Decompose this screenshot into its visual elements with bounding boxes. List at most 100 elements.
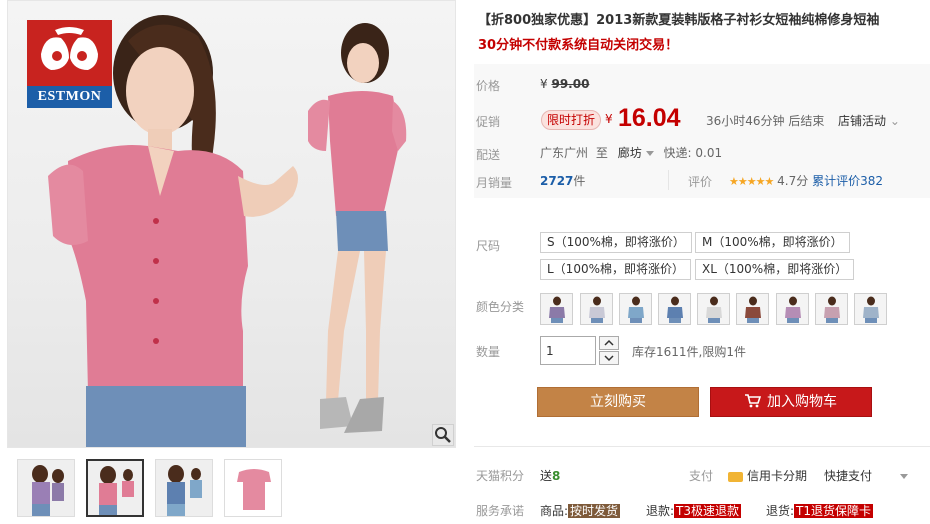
credit-installment-label: 信用卡分期 bbox=[747, 469, 808, 483]
product-info: 【折800独家优惠】2013新款夏装韩版格子衬衫女短袖纯棉修身短袖 30分钟不付… bbox=[474, 0, 930, 524]
brand-logo-text: ESTMON bbox=[27, 86, 112, 108]
service-tag: 按时发货 bbox=[568, 504, 621, 518]
color-option-thumbnail bbox=[737, 294, 768, 324]
sales-unit: 件 bbox=[573, 174, 586, 188]
service-item-return[interactable]: 退货: T1退货保障卡 bbox=[766, 502, 874, 519]
rating-score: 4.7分 bbox=[777, 174, 809, 188]
color-option-2[interactable] bbox=[580, 293, 613, 325]
color-option-5[interactable] bbox=[697, 293, 730, 325]
star-rating-icon: ★★★★★ bbox=[729, 175, 774, 188]
color-option-thumbnail bbox=[816, 294, 847, 324]
color-option-thumbnail bbox=[581, 294, 612, 324]
stock-info: 库存1611件,限购1件 bbox=[632, 345, 746, 359]
size-option-l[interactable]: L（100%棉，即将涨价） bbox=[540, 259, 691, 280]
magnifier-icon bbox=[435, 427, 451, 443]
service-label: 服务承诺 bbox=[476, 504, 525, 518]
service-prefix: 退货: bbox=[766, 504, 795, 518]
rating-label: 评价 bbox=[688, 175, 713, 189]
quantity-decrease-button[interactable] bbox=[599, 351, 619, 365]
price-label: 价格 bbox=[476, 79, 501, 93]
service-item-refund[interactable]: 退款: T3极速退款 bbox=[646, 502, 742, 519]
points-prefix: 送 bbox=[540, 469, 553, 483]
main-product-image[interactable]: ESTMON bbox=[7, 0, 456, 448]
express-fee: 快递: 0.01 bbox=[663, 146, 723, 160]
thumbnail-3[interactable] bbox=[155, 459, 213, 517]
add-to-cart-button[interactable]: 加入购物车 bbox=[710, 387, 872, 417]
promo-countdown: 36小时46分钟 后结束 bbox=[706, 114, 825, 128]
color-option-thumbnail bbox=[659, 294, 690, 324]
thumbnail-4[interactable] bbox=[224, 459, 282, 517]
thumbnail-image bbox=[88, 461, 142, 515]
size-option-m[interactable]: M（100%棉，即将涨价） bbox=[695, 232, 850, 253]
section-divider bbox=[474, 446, 930, 447]
payment-label: 支付 bbox=[689, 469, 714, 483]
original-price: ¥ 99.00 bbox=[540, 77, 589, 91]
color-option-thumbnail bbox=[698, 294, 729, 324]
service-prefix: 商品: bbox=[540, 504, 569, 518]
rating-summary: ★★★★★ 4.7分 累计评价382 bbox=[729, 172, 883, 189]
service-item-shipping[interactable]: 商品: 按时发货 bbox=[540, 502, 621, 519]
promo-price: 16.04 bbox=[618, 104, 681, 132]
promo-label: 促销 bbox=[476, 115, 501, 129]
shipping-label: 配送 bbox=[476, 148, 501, 162]
credit-installment[interactable]: 信用卡分期 bbox=[728, 467, 807, 484]
store-activity-label: 店铺活动 bbox=[838, 114, 887, 128]
color-option-thumbnail bbox=[855, 294, 886, 324]
thumbnail-image bbox=[18, 460, 74, 516]
color-option-thumbnail bbox=[620, 294, 651, 324]
service-tag: T3极速退款 bbox=[674, 504, 742, 518]
points-info: 送8 bbox=[540, 467, 560, 484]
shipping-info: 广东广州 至 廊坊 快递: 0.01 bbox=[540, 144, 722, 161]
points-label: 天猫积分 bbox=[476, 469, 525, 483]
thumbnail-2[interactable] bbox=[86, 459, 144, 517]
ship-from: 广东广州 bbox=[540, 146, 589, 160]
sales-count: 2727 bbox=[540, 174, 574, 188]
express-pay-label: 快捷支付 bbox=[824, 469, 873, 483]
color-option-thumbnail bbox=[777, 294, 808, 324]
color-option-9[interactable] bbox=[854, 293, 887, 325]
thumbnail-image bbox=[225, 460, 281, 516]
color-option-7[interactable] bbox=[776, 293, 809, 325]
credit-card-icon bbox=[728, 471, 743, 482]
chevron-down-icon: ⌄ bbox=[886, 114, 900, 128]
chevron-down-icon bbox=[900, 474, 909, 479]
cart-icon bbox=[745, 394, 762, 408]
ship-to-label: 至 bbox=[595, 146, 608, 160]
zoom-button[interactable] bbox=[432, 424, 454, 446]
store-activity-dropdown[interactable]: 店铺活动 ⌄ bbox=[838, 112, 900, 129]
color-option-4[interactable] bbox=[658, 293, 691, 325]
service-prefix: 退款: bbox=[646, 504, 675, 518]
chevron-down-icon bbox=[604, 355, 614, 362]
thumbnail-1[interactable] bbox=[17, 459, 75, 517]
color-option-1[interactable] bbox=[540, 293, 573, 325]
size-label: 尺码 bbox=[476, 239, 501, 253]
divider bbox=[668, 170, 669, 190]
color-option-6[interactable] bbox=[736, 293, 769, 325]
review-count-link[interactable]: 累计评价382 bbox=[812, 174, 883, 188]
color-option-8[interactable] bbox=[815, 293, 848, 325]
product-gallery: ESTMON bbox=[7, 0, 456, 524]
product-subtitle: 30分钟不付款系统自动关闭交易！ bbox=[478, 38, 679, 53]
brand-logo: ESTMON bbox=[27, 20, 112, 108]
size-option-xl[interactable]: XL（100%棉，即将涨价） bbox=[695, 259, 855, 280]
product-title: 【折800独家优惠】2013新款夏装韩版格子衬衫女短袖纯棉修身短袖 bbox=[478, 13, 880, 28]
quantity-increase-button[interactable] bbox=[599, 336, 619, 350]
size-option-s[interactable]: S（100%棉，即将涨价） bbox=[540, 232, 692, 253]
express-pay-dropdown[interactable]: 快捷支付 bbox=[824, 467, 909, 484]
service-tag: T1退货保障卡 bbox=[794, 504, 874, 518]
buy-now-button[interactable]: 立刻购买 bbox=[537, 387, 699, 417]
color-option-3[interactable] bbox=[619, 293, 652, 325]
quantity-label: 数量 bbox=[476, 345, 501, 359]
original-price-value: 99.00 bbox=[551, 77, 590, 91]
promo-currency-symbol: ¥ bbox=[605, 112, 613, 126]
brand-emblem-icon bbox=[41, 27, 98, 70]
thumbnail-image bbox=[156, 460, 212, 516]
ship-destination[interactable]: 廊坊 bbox=[618, 146, 642, 160]
chevron-up-icon bbox=[604, 339, 614, 346]
points-value: 8 bbox=[552, 469, 561, 483]
chevron-down-icon[interactable] bbox=[645, 151, 654, 156]
color-label: 颜色分类 bbox=[476, 300, 525, 314]
currency-symbol: ¥ bbox=[540, 77, 548, 91]
quantity-input[interactable]: 1 bbox=[540, 336, 596, 365]
monthly-sales: 2727件 bbox=[540, 172, 585, 189]
